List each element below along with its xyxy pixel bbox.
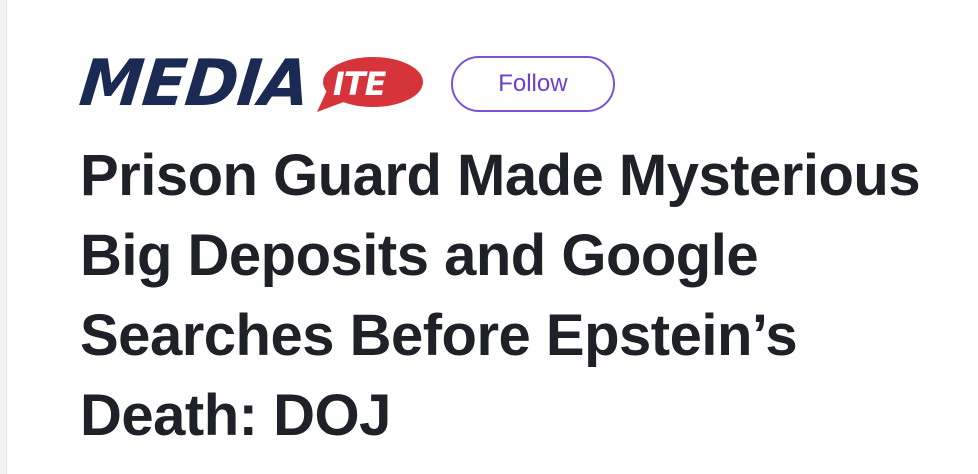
- mediaite-logo[interactable]: MEDIA ITE: [76, 47, 425, 121]
- logo-wordmark: MEDIA: [76, 47, 313, 121]
- page-left-edge: [0, 0, 7, 474]
- logo-speech-bubble-icon: ITE: [315, 56, 425, 116]
- article-headline[interactable]: Prison Guard Made Mysterious Big Deposit…: [80, 136, 960, 456]
- logo-bubble-text: ITE: [332, 65, 387, 103]
- article-header: MEDIA ITE Follow: [76, 47, 615, 121]
- follow-button[interactable]: Follow: [450, 56, 615, 112]
